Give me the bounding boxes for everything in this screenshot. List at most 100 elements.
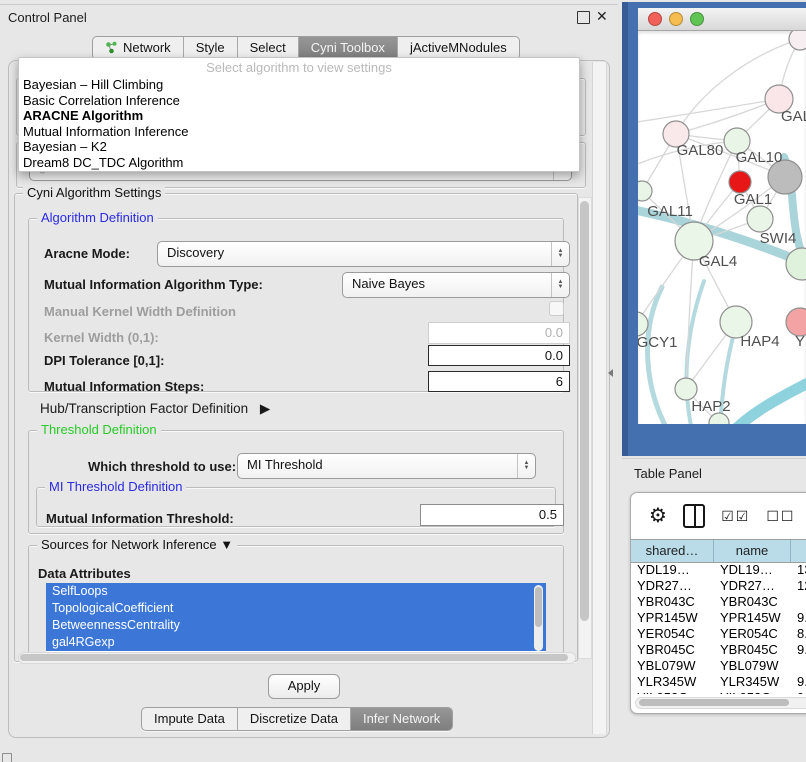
- table-row[interactable]: YDL19…YDL19…13: [631, 562, 806, 578]
- network-edge[interactable]: [732, 379, 806, 424]
- network-edge[interactable]: [648, 287, 668, 424]
- table-row[interactable]: YER054CYER054C8.: [631, 626, 806, 642]
- tab-jactivemnodules[interactable]: jActiveMNodules: [398, 37, 519, 59]
- mi-type-combo[interactable]: Naive Bayes ▲▼: [342, 272, 570, 298]
- table-row[interactable]: YDR27…YDR27…12: [631, 578, 806, 594]
- close-icon[interactable]: ✕: [596, 8, 608, 25]
- manual-kernel-checkbox[interactable]: [549, 301, 564, 316]
- dropdown-item[interactable]: ARACNE Algorithm: [19, 108, 579, 124]
- bottom-tabs: Impute DataDiscretize DataInfer Network: [141, 707, 453, 731]
- mi-steps-label: Mutual Information Steps:: [44, 379, 204, 394]
- column-header[interactable]: name: [714, 540, 791, 562]
- expand-right-icon[interactable]: ▶: [260, 401, 270, 416]
- network-canvas[interactable]: GALGAL80GAL10GAL1GAL11GAL4SWI4GCY1HAP4YH…: [638, 31, 806, 424]
- node-label: GAL1: [734, 191, 772, 208]
- tab-infer-network[interactable]: Infer Network: [351, 708, 452, 730]
- deselect-all-checkboxes-icon[interactable]: ☐☐: [766, 508, 795, 525]
- network-node[interactable]: [789, 31, 806, 50]
- sources-title-text: Sources for Network Inference: [41, 537, 217, 552]
- tab-cyni-toolbox[interactable]: Cyni Toolbox: [299, 37, 398, 59]
- table-row[interactable]: YPR145WYPR145W9.: [631, 610, 806, 626]
- dropdown-item[interactable]: Basic Correlation Inference: [19, 93, 579, 109]
- dropdown-item[interactable]: Mutual Information Inference: [19, 124, 579, 140]
- tab-discretize-data[interactable]: Discretize Data: [238, 708, 351, 730]
- table-row[interactable]: YLR345WYLR345W9.: [631, 674, 806, 690]
- dpi-tolerance-label: DPI Tolerance [0,1]:: [44, 353, 164, 368]
- mac-minimize-icon[interactable]: [669, 12, 683, 26]
- splitter-collapse-icon[interactable]: [608, 369, 613, 377]
- node-label: Y: [795, 333, 805, 350]
- attribute-item-selected[interactable]: SelfLoops: [46, 583, 546, 600]
- table-row[interactable]: YIL052CYIL052C9: [631, 690, 806, 694]
- mi-steps-field[interactable]: 6: [428, 371, 570, 392]
- dpi-tolerance-field[interactable]: 0.0: [428, 345, 570, 366]
- collapse-down-icon[interactable]: ▼: [220, 537, 233, 552]
- settings-horizontal-thumb[interactable]: [20, 654, 568, 661]
- attribute-item-selected[interactable]: TopologicalCoefficient: [46, 600, 546, 617]
- sources-title[interactable]: Sources for Network Inference ▼: [37, 537, 237, 552]
- table-row[interactable]: YBR045CYBR045C9.: [631, 642, 806, 658]
- table-horizontal-thumb[interactable]: [639, 699, 789, 706]
- hub-definition-label: Hub/Transcription Factor Definition: [40, 401, 248, 416]
- hub-definition-toggle[interactable]: Hub/Transcription Factor Definition ▶: [40, 401, 270, 417]
- which-threshold-value: MI Threshold: [247, 457, 323, 472]
- network-graph[interactable]: GALGAL80GAL10GAL1GAL11GAL4SWI4GCY1HAP4YH…: [638, 31, 806, 424]
- corner-grip-icon[interactable]: [2, 753, 12, 762]
- network-edge[interactable]: [676, 99, 779, 134]
- table-cell: YPR145W: [631, 610, 714, 626]
- table-rows: YDL19…YDL19…13YDR27…YDR27…12YBR043CYBR04…: [631, 562, 806, 694]
- mi-type-value: Naive Bayes: [352, 276, 425, 291]
- apply-button[interactable]: Apply: [268, 674, 340, 699]
- network-node-gal11[interactable]: [638, 181, 652, 201]
- mi-threshold-label: Mutual Information Threshold:: [46, 511, 234, 526]
- aracne-mode-label: Aracne Mode:: [44, 246, 130, 261]
- tab-select[interactable]: Select: [238, 37, 299, 59]
- table-row[interactable]: YBR043CYBR043C: [631, 594, 806, 610]
- table-header-row: shared…nameA: [631, 539, 806, 563]
- network-window-titlebar[interactable]: [638, 8, 806, 31]
- control-panel-title: Control Panel: [8, 10, 87, 25]
- control-panel-vertical-scrollbar[interactable]: [592, 62, 607, 734]
- split-columns-icon[interactable]: [683, 504, 705, 528]
- float-window-icon[interactable]: [577, 11, 590, 24]
- attributes-scrollbar-thumb[interactable]: [535, 587, 542, 627]
- tab-network[interactable]: Network: [93, 37, 184, 59]
- table-cell: 12: [791, 578, 806, 594]
- tab-impute-data[interactable]: Impute Data: [142, 708, 238, 730]
- algorithm-dropdown-prompt: Select algorithm to view settings: [19, 58, 579, 77]
- network-node-y[interactable]: [786, 308, 806, 336]
- dropdown-item[interactable]: Bayesian – Hill Climbing: [19, 77, 579, 93]
- dropdown-item[interactable]: Dream8 DC_TDC Algorithm: [19, 155, 579, 171]
- mi-threshold-field[interactable]: 0.5: [420, 504, 564, 526]
- aracne-mode-value: Discovery: [167, 245, 224, 260]
- table-row[interactable]: YBL079WYBL079W: [631, 658, 806, 674]
- table-panel-title: Table Panel: [634, 466, 702, 481]
- node-label: HAP4: [740, 333, 779, 350]
- aracne-mode-combo[interactable]: Discovery ▲▼: [157, 241, 570, 267]
- mac-zoom-icon[interactable]: [690, 12, 704, 26]
- column-header[interactable]: shared…: [631, 540, 714, 562]
- data-attributes-list[interactable]: SelfLoopsTopologicalCoefficientBetweenne…: [46, 583, 546, 653]
- network-node[interactable]: [729, 171, 751, 193]
- control-panel-titlebar: [0, 4, 618, 33]
- network-node-hap2[interactable]: [675, 378, 697, 400]
- settings-scrollbar-thumb[interactable]: [580, 201, 589, 621]
- attribute-item-selected[interactable]: BetweennessCentrality: [46, 617, 546, 634]
- attribute-item-selected[interactable]: gal4RGexp: [46, 634, 546, 651]
- mac-close-icon[interactable]: [648, 12, 662, 26]
- table-cell: YBL079W: [631, 658, 714, 674]
- dropdown-item[interactable]: Bayesian – K2: [19, 139, 579, 155]
- gear-icon[interactable]: ⚙: [649, 506, 667, 526]
- table-cell: 9.: [791, 610, 806, 626]
- network-node-gal1[interactable]: [747, 206, 773, 232]
- node-label: GAL11: [647, 203, 693, 220]
- select-all-checkboxes-icon[interactable]: ☑☑: [721, 508, 750, 525]
- tab-style[interactable]: Style: [184, 37, 238, 59]
- column-header[interactable]: A: [791, 540, 806, 562]
- node-label: GAL10: [736, 149, 783, 166]
- which-threshold-combo[interactable]: MI Threshold ▲▼: [237, 453, 536, 479]
- node-label: HAP2: [691, 398, 730, 415]
- algorithm-dropdown-items: Bayesian – Hill ClimbingBasic Correlatio…: [19, 77, 579, 171]
- table-cell: YLR345W: [714, 674, 791, 690]
- kernel-width-field[interactable]: 0.0: [428, 322, 570, 344]
